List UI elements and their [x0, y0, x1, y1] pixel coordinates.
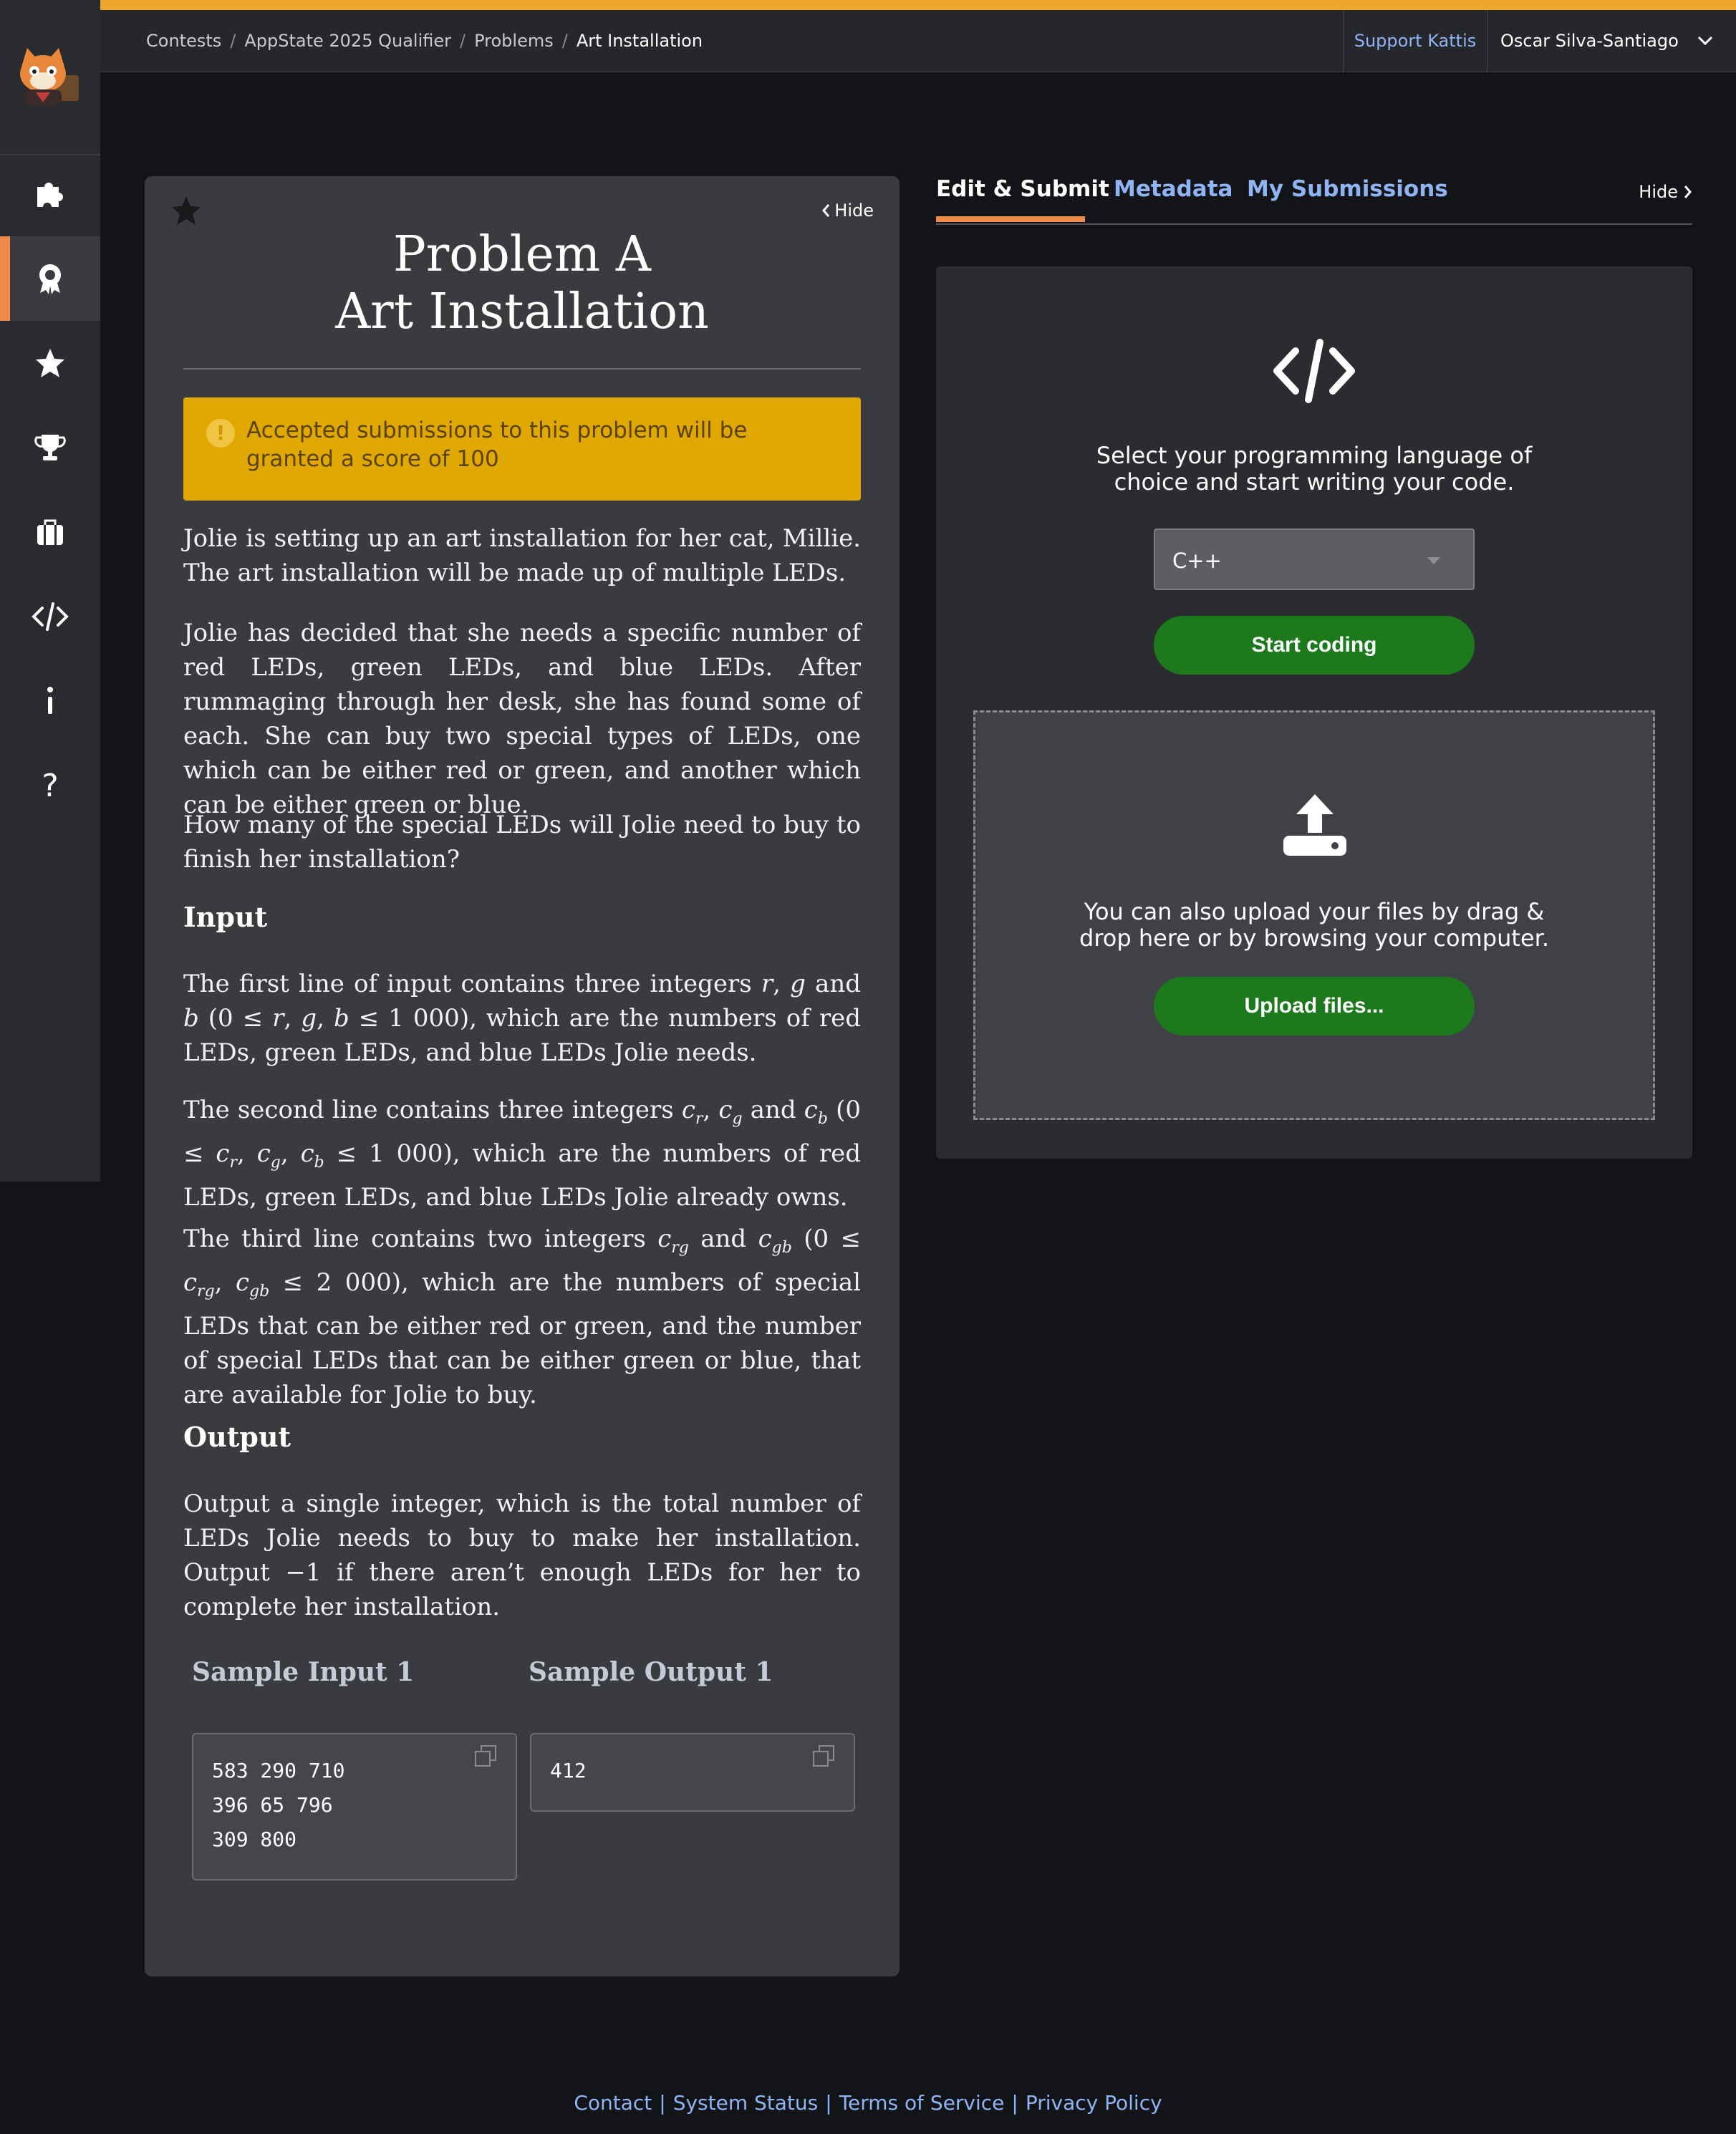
sidebar-item-ranklists[interactable]: [0, 405, 100, 490]
sample-input-line: 309 800: [212, 1828, 297, 1851]
sample-input-heading: Sample Input 1: [192, 1657, 415, 1687]
chevron-right-icon: [1684, 185, 1692, 198]
footer-contact-link[interactable]: Contact: [566, 2091, 659, 2115]
sample-output-line: 412: [550, 1759, 587, 1782]
copy-icon[interactable]: [474, 1744, 497, 1767]
code-icon: [32, 602, 69, 631]
chevron-down-icon: [1697, 36, 1712, 46]
question-paragraph: How many of the special LEDs will Jolie …: [183, 811, 861, 874]
top-navigation: Contests / AppState 2025 Qualifier / Probl…: [100, 10, 1736, 72]
selected-language: C++: [1172, 549, 1222, 573]
sample-output-heading: Sample Output 1: [529, 1657, 773, 1687]
breadcrumb-contest[interactable]: AppState 2025 Qualifier: [244, 31, 451, 51]
file-dropzone[interactable]: You can also upload your files by drag &…: [973, 710, 1655, 1120]
chevron-left-icon: [822, 204, 830, 217]
tab-edit-submit[interactable]: Edit & Submit: [936, 176, 1109, 202]
output-heading: Output: [183, 1421, 291, 1453]
breadcrumb: Contests / AppState 2025 Qualifier / Probl…: [146, 31, 703, 51]
puzzle-icon: [37, 183, 63, 207]
caret-down-icon: [1427, 557, 1440, 564]
start-coding-button[interactable]: Start coding: [1154, 616, 1475, 675]
score-notice: ! Accepted submissions to this problem w…: [183, 397, 861, 501]
support-link[interactable]: Support Kattis: [1343, 10, 1487, 72]
cat-mascot-icon: [20, 47, 79, 105]
sidebar-item-problems[interactable]: [0, 152, 100, 236]
footer-terms-link[interactable]: Terms of Service: [832, 2091, 1012, 2115]
sample-output-box[interactable]: 412: [530, 1733, 855, 1812]
submission-tabs: Edit & Submit Metadata My Submissions Hi…: [936, 172, 1692, 225]
footer: Contact | System Status | Terms of Service | P…: [0, 2091, 1736, 2115]
upload-instructions: You can also upload your files by drag &…: [1079, 898, 1549, 952]
help-icon: ?: [42, 767, 59, 804]
sidebar: ?: [0, 0, 100, 1182]
intro-paragraph: Jolie is setting up an art installation …: [183, 524, 861, 587]
input-line2-paragraph: The second line contains three integers …: [183, 1096, 862, 1212]
sample-input-line: 583 290 710: [212, 1759, 345, 1782]
sidebar-item-help[interactable]: ?: [0, 743, 100, 828]
trophy-icon: [34, 435, 66, 460]
footer-status-link[interactable]: System Status: [666, 2091, 826, 2115]
sample-input-line: 396 65 796: [212, 1793, 333, 1817]
breadcrumb-contests[interactable]: Contests: [146, 31, 221, 51]
kattis-logo[interactable]: [0, 0, 100, 155]
tab-my-submissions[interactable]: My Submissions: [1247, 176, 1448, 202]
title-divider: [183, 368, 861, 370]
sidebar-item-info[interactable]: [0, 659, 100, 743]
footer-privacy-link[interactable]: Privacy Policy: [1018, 2091, 1170, 2115]
star-icon: [36, 349, 64, 377]
tab-metadata[interactable]: Metadata: [1114, 176, 1233, 202]
code-icon: [1273, 339, 1355, 403]
sidebar-item-contests[interactable]: [0, 236, 100, 321]
breadcrumb-current: Art Installation: [576, 31, 703, 51]
problem-letter: Problem A: [393, 226, 651, 283]
sample-input-box[interactable]: 583 290 710 396 65 796 309 800: [192, 1733, 517, 1880]
user-menu[interactable]: Oscar Silva-Santiago: [1500, 10, 1713, 72]
sidebar-item-languages[interactable]: [0, 574, 100, 659]
breadcrumb-problems[interactable]: Problems: [474, 31, 554, 51]
language-instructions: Select your programming language of choi…: [1096, 442, 1533, 496]
editor-card: Select your programming language of choi…: [936, 266, 1692, 1159]
award-icon: [39, 264, 61, 294]
user-name: Oscar Silva-Santiago: [1500, 31, 1679, 51]
notice-text: Accepted submissions to this problem wil…: [246, 417, 748, 472]
upload-files-button[interactable]: Upload files...: [1154, 977, 1475, 1035]
language-select[interactable]: C++: [1154, 528, 1475, 590]
input-line3-paragraph: The third line contains two integers crg…: [183, 1225, 861, 1409]
problem-title: Art Installation: [335, 284, 709, 340]
sidebar-item-challenge[interactable]: [0, 321, 100, 405]
active-tab-indicator: [936, 216, 1085, 222]
input-line1-paragraph: The first line of input contains three i…: [183, 970, 861, 1067]
favorite-star-icon[interactable]: [170, 195, 202, 226]
input-heading: Input: [183, 901, 268, 933]
copy-icon[interactable]: [812, 1744, 835, 1767]
upload-icon: [1283, 794, 1346, 856]
topbar-accent: [100, 0, 1736, 10]
info-icon: [47, 687, 53, 714]
exclamation-icon: !: [206, 419, 235, 448]
output-paragraph: Output a single integer, which is the to…: [183, 1490, 861, 1621]
sidebar-item-jobs[interactable]: [0, 490, 100, 574]
problem-statement-panel: Hide Problem A Art Installation ! Accept…: [145, 176, 900, 1976]
hide-statement-button[interactable]: Hide: [821, 201, 874, 221]
description-paragraph: Jolie has decided that she needs a speci…: [183, 619, 861, 819]
briefcase-icon: [37, 519, 63, 545]
hide-tabs-button[interactable]: Hide: [1639, 182, 1692, 202]
